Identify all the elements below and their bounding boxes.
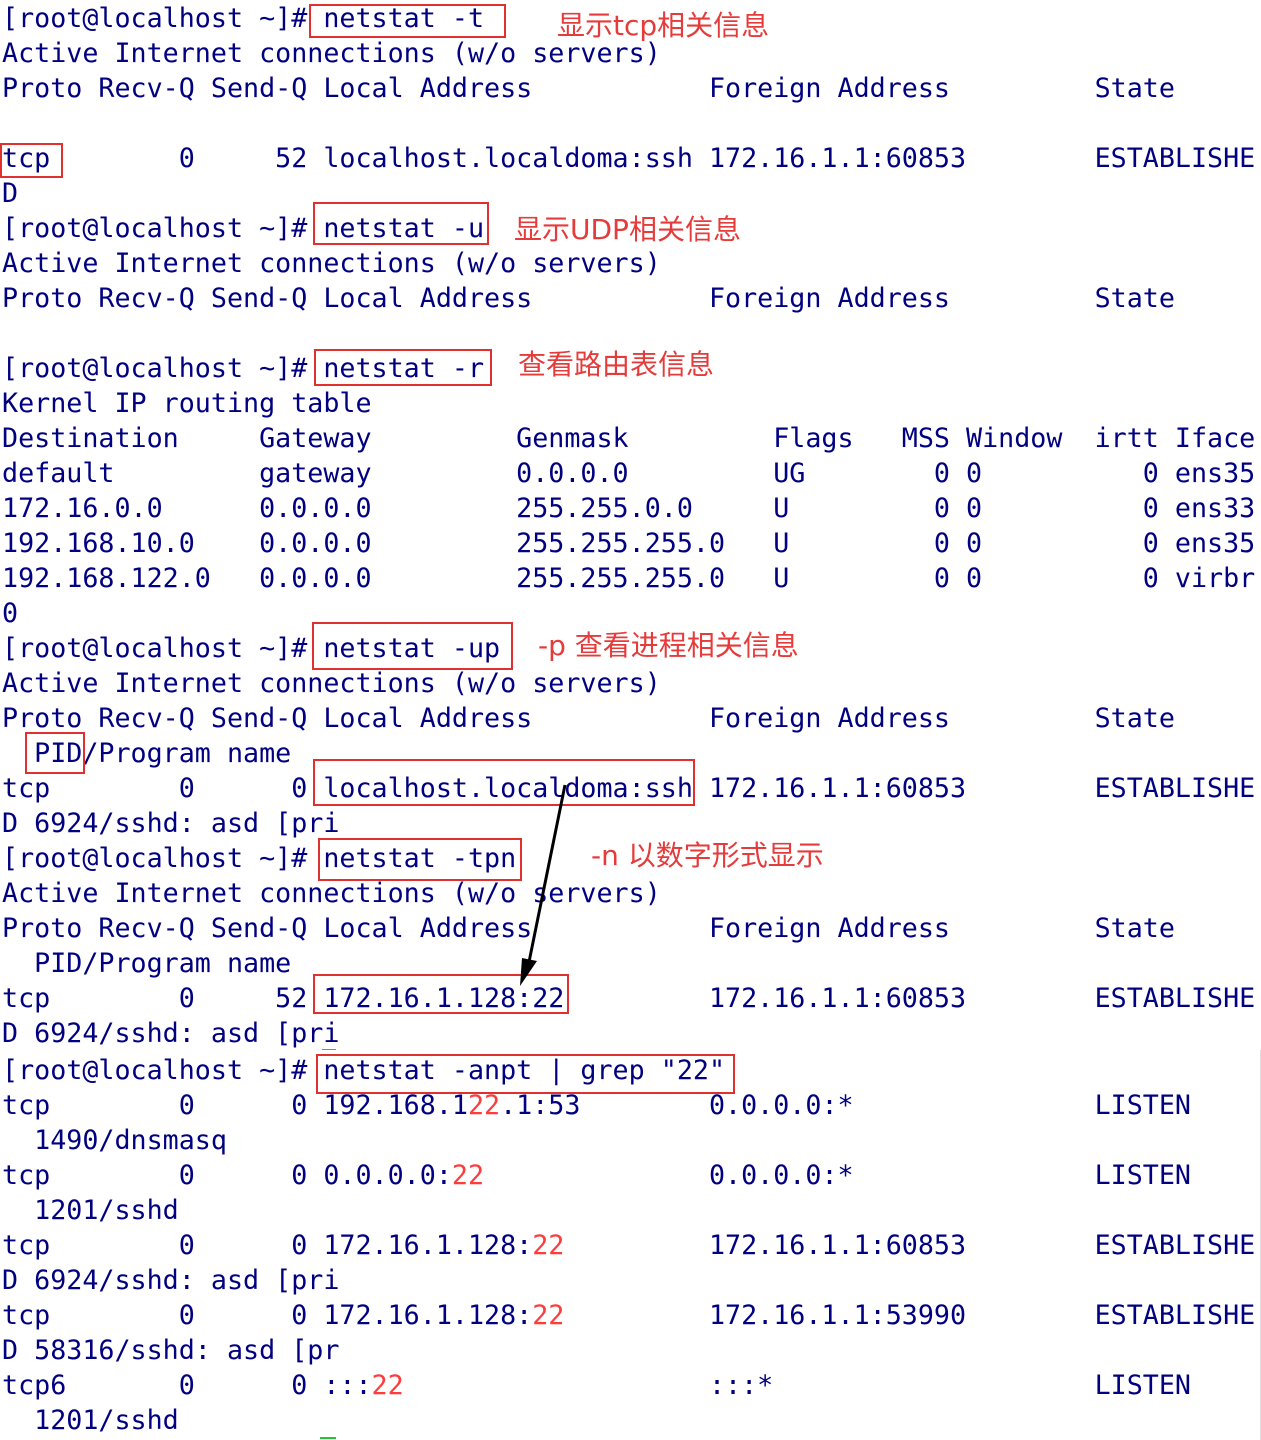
grep-command-line: [root@localhost ~]# netstat -anpt | grep… (2, 1055, 726, 1086)
grep-result-text: .1:53 0.0.0.0:* LISTEN (500, 1090, 1191, 1121)
terminal-line: [root@localhost ~]# netstat -tpn (2, 843, 517, 874)
terminal-line: 192.168.10.0 0.0.0.0 255.255.255.0 U 0 0… (2, 528, 1256, 559)
grep-result-line: 1201/sshd (2, 1193, 179, 1228)
terminal-line: PID/Program name (2, 948, 292, 979)
grep-result-line: tcp 0 0 0.0.0.0:22 0.0.0.0:* LISTEN (2, 1158, 1191, 1193)
grep-result-text: tcp 0 0 0.0.0.0: (2, 1160, 452, 1191)
annotation-udp: 显示UDP相关信息 (514, 213, 741, 246)
terminal-line: Active Internet connections (w/o servers… (2, 878, 661, 909)
terminal-line: Proto Recv-Q Send-Q Local Address Foreig… (2, 913, 1175, 944)
grep-result-text: 1490/dnsmasq (2, 1125, 227, 1156)
grep-match-highlight: 22 (532, 1230, 565, 1261)
grep-result-text: D 6924/sshd: asd [pri (2, 1265, 340, 1296)
grep-result-line: 1490/dnsmasq (2, 1123, 227, 1158)
cursor-mark (322, 1049, 336, 1050)
grep-result-text: 1201/sshd (2, 1405, 179, 1436)
grep-result-text: tcp 0 0 192.168.1 (2, 1090, 468, 1121)
grep-result-text: tcp 0 0 172.16.1.128: (2, 1300, 533, 1331)
terminal-line: Proto Recv-Q Send-Q Local Address Foreig… (2, 73, 1175, 104)
terminal-line: D (2, 178, 19, 209)
terminal-line: [root@localhost ~]# netstat -t (2, 3, 485, 34)
terminal-line: [root@localhost ~]# netstat -up (2, 633, 501, 664)
terminal-line: Destination Gateway Genmask Flags MSS Wi… (2, 423, 1256, 454)
grep-result-text: 1201/sshd (2, 1195, 179, 1226)
terminal-line: D 6924/sshd: asd [pri (2, 1018, 340, 1049)
annotation-route: 查看路由表信息 (518, 348, 715, 381)
grep-result-text: 172.16.1.1:53990 ESTABLISHE (564, 1300, 1256, 1331)
terminal-line: default gateway 0.0.0.0 UG 0 0 0 ens35 (2, 458, 1256, 489)
annotation-numeric: -n 以数字形式显示 (591, 839, 824, 872)
grep-result-text: tcp6 0 0 ::: (2, 1370, 372, 1401)
grep-result-text: :::* LISTEN (403, 1370, 1191, 1401)
grep-result-line: D 6924/sshd: asd [pri (2, 1263, 339, 1298)
grep-result-line: D 58316/sshd: asd [pr (2, 1333, 339, 1368)
annotation-tcp: 显示tcp相关信息 (557, 9, 770, 42)
terminal-line: 0 (2, 598, 19, 629)
grep-result-line: 1201/sshd (2, 1403, 179, 1438)
terminal-line: [root@localhost ~]# netstat -u (2, 213, 485, 244)
terminal-line: Proto Recv-Q Send-Q Local Address Foreig… (2, 703, 1175, 734)
terminal-line: Active Internet connections (w/o servers… (2, 668, 661, 699)
annotation-process: -p 查看进程相关信息 (538, 629, 799, 662)
grep-result-text: 0.0.0.0:* LISTEN (484, 1160, 1191, 1191)
terminal-line: PID/Program name (2, 738, 292, 769)
terminal-line: D 6924/sshd: asd [pri (2, 808, 340, 839)
grep-result-line: tcp 0 0 192.168.122.1:53 0.0.0.0:* LISTE… (2, 1088, 1191, 1123)
grep-match-highlight: 22 (467, 1090, 501, 1121)
terminal-line: tcp 0 0 localhost.localdoma:ssh 172.16.1… (2, 773, 1256, 804)
grep-match-highlight: 22 (451, 1160, 485, 1191)
grep-result-line: tcp 0 0 172.16.1.128:22 172.16.1.1:53990… (2, 1298, 1255, 1333)
grep-result-line: tcp6 0 0 :::22 :::* LISTEN (2, 1368, 1191, 1403)
terminal-line: tcp 0 52 172.16.1.128:22 172.16.1.1:6085… (2, 983, 1256, 1014)
terminal-line: 192.168.122.0 0.0.0.0 255.255.255.0 U 0 … (2, 563, 1256, 594)
grep-result-text: D 58316/sshd: asd [pr (2, 1335, 340, 1366)
grep-match-highlight: 22 (532, 1300, 565, 1331)
terminal-line: Active Internet connections (w/o servers… (2, 248, 661, 279)
grep-result-text: 172.16.1.1:60853 ESTABLISHE (564, 1230, 1256, 1261)
grep-result-line: tcp 0 0 172.16.1.128:22 172.16.1.1:60853… (2, 1228, 1255, 1263)
terminal-line: Kernel IP routing table (2, 388, 372, 419)
grep-match-highlight: 22 (371, 1370, 404, 1401)
grep-result-text: tcp 0 0 172.16.1.128: (2, 1230, 533, 1261)
terminal-line: Proto Recv-Q Send-Q Local Address Foreig… (2, 283, 1175, 314)
terminal-line: tcp 0 52 localhost.localdoma:ssh 172.16.… (2, 143, 1256, 174)
terminal-line: [root@localhost ~]# netstat -r (2, 353, 485, 384)
terminal-line: 172.16.0.0 0.0.0.0 255.255.0.0 U 0 0 0 e… (2, 493, 1256, 524)
cursor-mark (320, 1437, 336, 1439)
